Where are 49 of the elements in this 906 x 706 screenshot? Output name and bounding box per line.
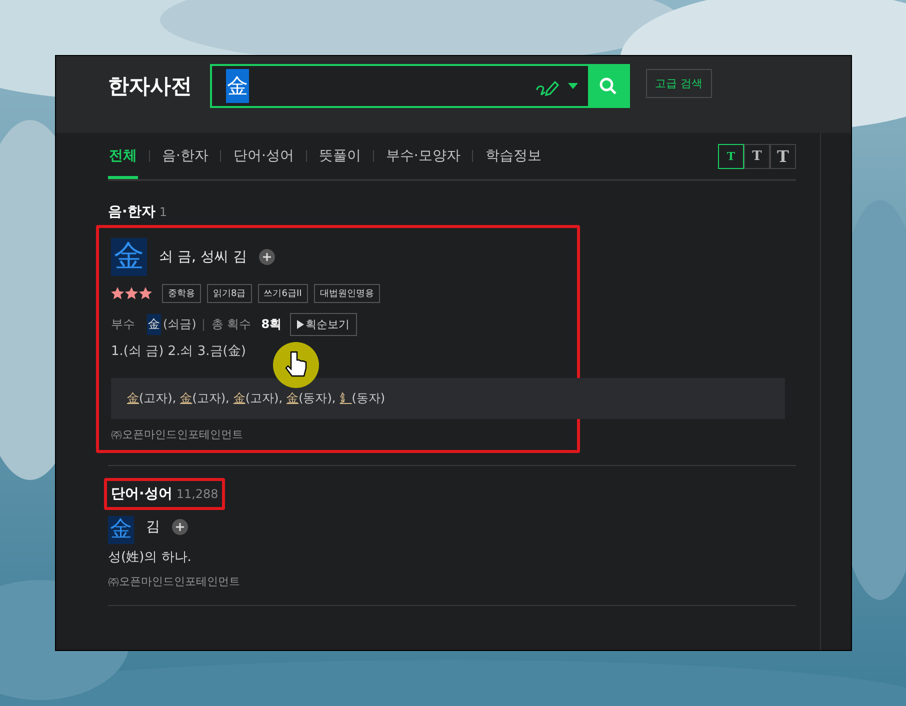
search-button[interactable] bbox=[588, 66, 628, 106]
variant-link[interactable]: 金(고자), bbox=[180, 390, 230, 407]
plus-icon bbox=[258, 249, 275, 265]
radical-reading: (쇠금) bbox=[163, 316, 196, 333]
radical-label: 부수 bbox=[111, 316, 135, 333]
search-icon bbox=[599, 77, 617, 95]
advanced-search-button[interactable]: 고급 검색 bbox=[646, 69, 712, 98]
tab[interactable]: 학습정보 bbox=[484, 133, 542, 179]
level-tag: 쓰기6급II bbox=[258, 284, 308, 303]
result-count: 1 bbox=[159, 205, 167, 219]
word-reading: 김 bbox=[146, 518, 160, 536]
plus-icon bbox=[172, 519, 188, 535]
hanja-meaning: 쇠 금, 성씨 김 bbox=[159, 248, 247, 266]
tab[interactable]: 음·한자 bbox=[161, 133, 210, 179]
tab[interactable]: 전체 bbox=[108, 133, 138, 179]
definition-text: 1.(쇠 금) 2.쇠 3.금(金) bbox=[111, 343, 247, 360]
variant-link[interactable]: 金(고자), bbox=[233, 390, 283, 407]
hanja-link[interactable]: 金 bbox=[108, 516, 134, 544]
section-heading: 음·한자 bbox=[108, 203, 156, 221]
variant-link[interactable]: 金(동자), bbox=[286, 390, 336, 407]
font-size-button[interactable]: T bbox=[718, 144, 744, 168]
font-size-button[interactable]: T bbox=[770, 144, 796, 168]
level-tag: 중학용 bbox=[162, 284, 201, 303]
tab[interactable]: 단어·성어 bbox=[232, 133, 295, 179]
app-title: 한자사전 bbox=[108, 73, 193, 100]
level-tag: 대법원인명용 bbox=[314, 284, 380, 303]
radical-link[interactable]: 金 bbox=[147, 314, 161, 335]
caret-icon bbox=[568, 83, 578, 89]
tab[interactable]: 부수·모양자 bbox=[384, 133, 462, 179]
source-text: ㈜오픈마인드인포테인먼트 bbox=[108, 574, 241, 589]
result-count: 11,288 bbox=[176, 487, 218, 501]
section-heading: 단어·성어 bbox=[111, 485, 172, 503]
stroke-count-label: 총 획수 bbox=[211, 316, 252, 333]
play-icon bbox=[296, 320, 304, 329]
pointer-cursor-icon bbox=[273, 342, 319, 388]
source-text: ㈜오픈마인드인포테인먼트 bbox=[111, 427, 244, 442]
tab[interactable]: 뜻풀이 bbox=[318, 133, 362, 179]
font-size-button[interactable]: T bbox=[744, 144, 770, 168]
variant-link[interactable]: 釒(동자) bbox=[340, 390, 386, 407]
search-field[interactable]: 金 bbox=[210, 64, 630, 108]
stroke-order-button[interactable]: 획순보기 bbox=[290, 313, 357, 336]
definition-text: 성(姓)의 하나. bbox=[108, 549, 192, 566]
stroke-count: 8획 bbox=[261, 316, 282, 333]
star-icon bbox=[125, 287, 138, 300]
hanja-link[interactable]: 金 bbox=[111, 238, 147, 276]
star-icon bbox=[111, 287, 124, 300]
star-icon bbox=[139, 287, 152, 300]
variant-link[interactable]: 金(고자), bbox=[127, 390, 176, 407]
level-tag: 읽기8급 bbox=[207, 284, 252, 303]
